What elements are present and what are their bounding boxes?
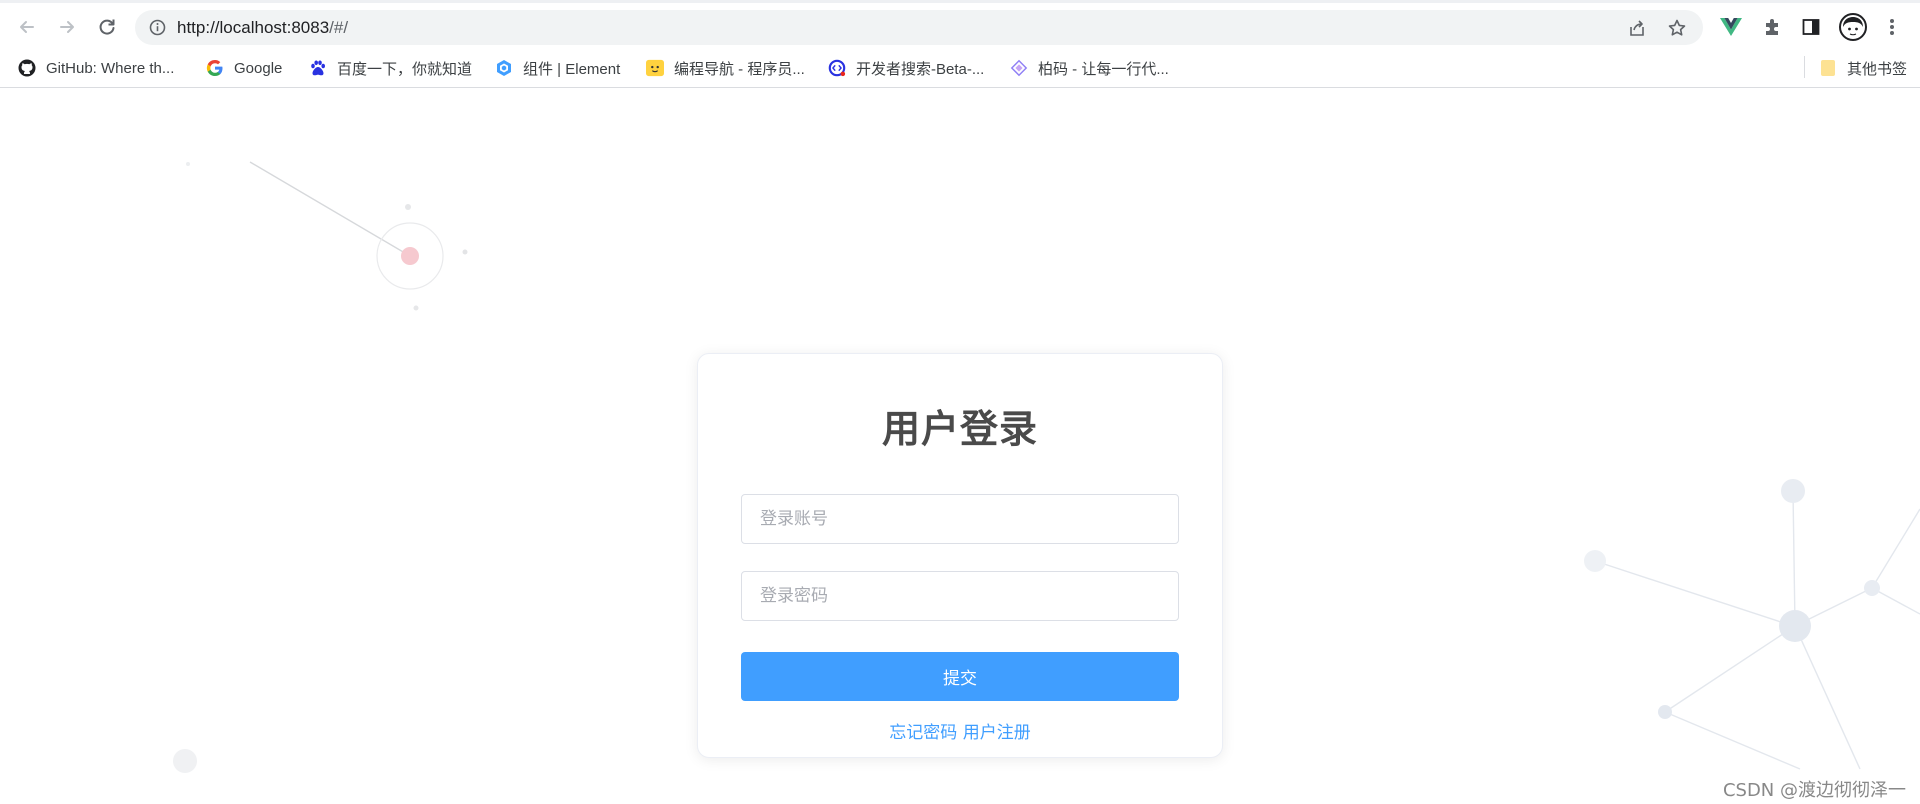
bookmark-label: Google (234, 59, 283, 77)
reload-button[interactable] (93, 13, 121, 41)
login-card: 用户登录 提交 忘记密码 用户注册 (697, 353, 1223, 758)
programming-nav-icon (646, 59, 664, 77)
bookmark-label: 编程导航 - 程序员... (674, 60, 805, 78)
arrow-left-icon (20, 21, 34, 33)
password-field[interactable] (741, 571, 1179, 621)
bookmarks-bar: GitHub: Where th... Google 百度一下，你就知道 组件 … (0, 48, 1920, 88)
vue-devtools-icon[interactable] (1719, 15, 1743, 39)
csdn-watermark: CSDN @渡边彻彻泽一 (1722, 780, 1906, 801)
back-button[interactable] (13, 13, 41, 41)
arrow-right-icon (60, 21, 74, 33)
bookmark-github[interactable]: GitHub: Where th... (18, 56, 174, 80)
address-bar[interactable]: http://localhost:8083/#/ (135, 10, 1703, 45)
dev-search-icon (828, 59, 846, 77)
bookmark-label: 百度一下，你就知道 (337, 60, 473, 78)
google-icon (206, 59, 224, 77)
url-host: http://localhost:8083 (177, 18, 330, 37)
share-icon[interactable] (1627, 18, 1647, 38)
forward-button[interactable] (53, 13, 81, 41)
other-bookmarks[interactable]: 其他书签 (1819, 56, 1907, 80)
url-text[interactable]: http://localhost:8083/#/ (177, 10, 348, 45)
github-icon (18, 59, 36, 77)
bookmark-itbaima[interactable]: 柏码 - 让每一行代... (1010, 56, 1169, 80)
star-icon[interactable] (1667, 18, 1687, 38)
itbaima-icon (1010, 59, 1028, 77)
browser-toolbar: http://localhost:8083/#/ (0, 0, 1920, 48)
other-bookmarks-label: 其他书签 (1847, 60, 1908, 78)
bookmark-label: 柏码 - 让每一行代... (1038, 60, 1169, 78)
submit-button[interactable]: 提交 (741, 652, 1179, 701)
url-path: /#/ (329, 18, 349, 37)
particle-cluster-bottom-left (173, 749, 197, 773)
username-input[interactable] (742, 495, 1178, 543)
password-input[interactable] (742, 572, 1178, 620)
reload-icon (99, 19, 115, 35)
username-field[interactable] (741, 494, 1179, 544)
bookmark-element[interactable]: 组件 | Element (495, 56, 620, 80)
bookmark-label: 开发者搜索-Beta-... (856, 60, 985, 78)
bookmark-dev-search[interactable]: 开发者搜索-Beta-... (828, 56, 984, 80)
particle-cluster-bottom-right (1584, 479, 1920, 770)
profile-avatar[interactable] (1839, 13, 1867, 41)
register-link[interactable]: 用户注册 (963, 723, 1031, 743)
bookmark-label: GitHub: Where th... (46, 59, 175, 77)
bookmark-baidu[interactable]: 百度一下，你就知道 (309, 56, 472, 80)
bookmark-label: 组件 | Element (523, 60, 621, 78)
browser-menu-icon[interactable] (1880, 15, 1904, 39)
page-content: 用户登录 提交 忘记密码 用户注册 CSDN @渡边彻彻泽一 (0, 89, 1920, 804)
forgot-password-link[interactable]: 忘记密码 (889, 723, 957, 743)
baidu-icon (309, 59, 327, 77)
side-panel-icon[interactable] (1799, 15, 1823, 39)
element-icon (495, 59, 513, 77)
bookmarks-separator (1804, 56, 1805, 78)
login-title: 用户登录 (881, 407, 1038, 451)
site-info-icon[interactable] (149, 19, 166, 36)
auth-links: 忘记密码 用户注册 (698, 718, 1222, 743)
folder-icon (1819, 59, 1837, 77)
particle-cluster-top-left (186, 161, 468, 311)
bookmark-programming-nav[interactable]: 编程导航 - 程序员... (646, 56, 805, 80)
bookmark-google[interactable]: Google (206, 56, 282, 80)
extensions-icon[interactable] (1760, 15, 1784, 39)
